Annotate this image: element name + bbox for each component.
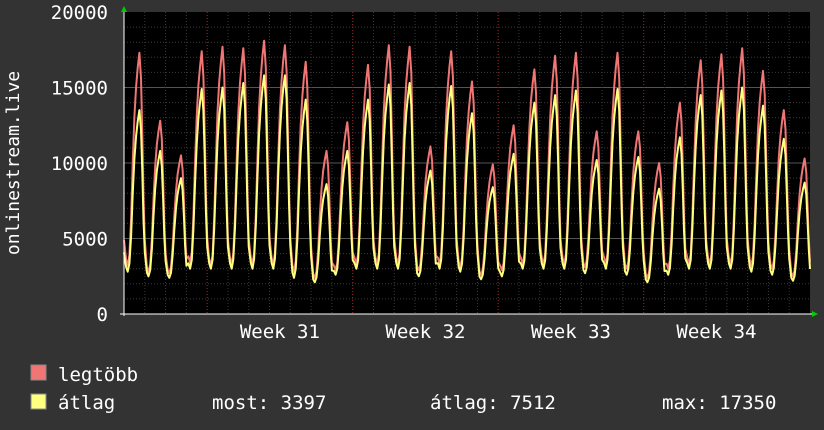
x-tick-label: Week 33 — [531, 321, 611, 343]
stats: most: 3397 átlag: 7512 max: 17350 — [212, 392, 776, 414]
chart: 05000100001500020000 Week 31 Week 32 Week … — [3, 2, 818, 414]
stat-avg: átlag: 7512 — [430, 392, 556, 414]
y-axis-arrow-icon — [121, 6, 127, 12]
y-tick-label: 5000 — [62, 229, 108, 251]
stat-now: most: 3397 — [212, 392, 326, 414]
x-axis-arrow-icon — [812, 311, 818, 317]
y-tick-label: 0 — [97, 304, 108, 326]
x-ticks: Week 31 Week 32 Week 33 Week 34 — [240, 321, 757, 343]
legend-label-avg: átlag — [58, 392, 115, 414]
y-axis-label: onlinestream.live — [3, 71, 24, 255]
stat-max: max: 17350 — [662, 392, 776, 414]
legend-swatch-max — [30, 364, 47, 381]
y-ticks: 0 5000 10000 15000 20000 — [51, 2, 108, 326]
legend-label-max: legtöbb — [58, 364, 138, 386]
y-tick-label: 20000 — [51, 2, 108, 24]
legend: legtöbb átlag — [30, 364, 138, 414]
x-tick-label: Week 34 — [676, 321, 756, 343]
y-tick-label: 10000 — [51, 153, 108, 175]
x-tick-label: Week 32 — [385, 321, 465, 343]
legend-swatch-avg — [30, 393, 47, 410]
y-tick-label: 15000 — [51, 78, 108, 100]
x-tick-label: Week 31 — [240, 321, 320, 343]
